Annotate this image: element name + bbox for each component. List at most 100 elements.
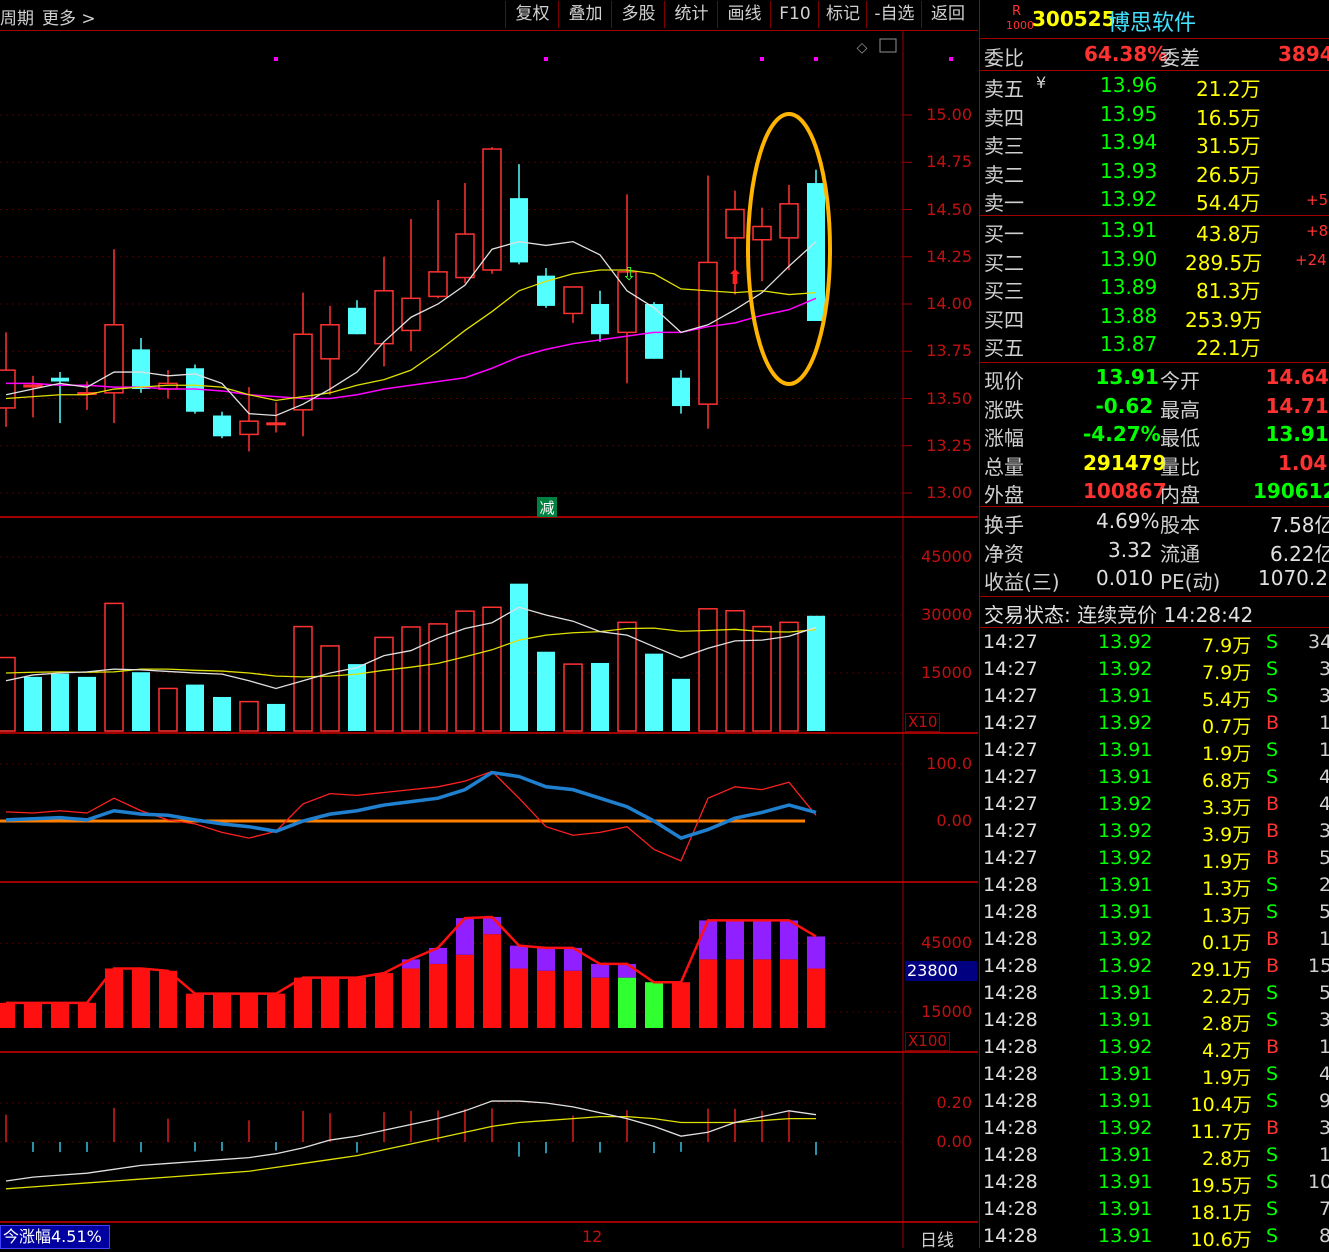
volume-bar <box>132 672 150 731</box>
today-change-badge: 今涨幅4.51% <box>0 1225 110 1249</box>
tick-time: 14:28 <box>983 1090 1038 1112</box>
tick-side: B <box>1266 847 1280 869</box>
candle-body <box>672 377 690 407</box>
tick-count: 3 <box>1319 1117 1329 1139</box>
ind2-bar <box>591 977 609 1028</box>
stock-code: 300525 <box>1032 7 1116 31</box>
ind1-axis-label: 100.0 <box>926 754 972 773</box>
quote-label: 总量 <box>984 454 1024 479</box>
bid-label: 买四 <box>984 307 1024 332</box>
tick-time: 14:27 <box>983 793 1038 815</box>
ask-label: 卖四 <box>984 105 1024 130</box>
tick-volume: 1.3万 <box>1202 905 1252 927</box>
tick-side: S <box>1266 874 1279 896</box>
bid-row[interactable]: 买五 13.87 22.1万 <box>980 332 1329 360</box>
ind2-bar <box>645 982 663 1028</box>
tick-price: 13.91 <box>1098 1090 1153 1112</box>
ind2-bar <box>375 973 393 1028</box>
period-selector[interactable]: 日线 <box>920 1226 954 1251</box>
quote-label: 量比 <box>1160 454 1200 479</box>
tick-count: 34 <box>1308 631 1329 653</box>
tick-count: 8 <box>1319 1225 1329 1247</box>
tick-side: S <box>1266 1198 1279 1220</box>
ask-row[interactable]: 卖三 13.94 31.5万 <box>980 130 1329 158</box>
volume-bar <box>401 626 421 732</box>
tick-price: 13.92 <box>1098 1036 1153 1058</box>
tick-side: B <box>1266 955 1280 977</box>
candle-body <box>455 233 475 279</box>
bid-label: 买五 <box>984 336 1024 360</box>
tick-price: 13.92 <box>1098 820 1153 842</box>
tick-time: 14:28 <box>983 982 1038 1004</box>
tick-side: S <box>1266 1063 1279 1085</box>
ind2-bar <box>51 1002 69 1028</box>
kline-chart-area[interactable]: ⇩ ⬆ 减 ◇ <box>0 0 978 1248</box>
ind2-bar-top <box>726 920 744 960</box>
quote-label: 涨幅 <box>984 426 1024 450</box>
volume-multiplier: X10 <box>905 713 941 732</box>
tick-row: 14:28 13.91 10.4万 S 9 <box>980 1090 1329 1117</box>
tick-price: 13.91 <box>1098 982 1153 1004</box>
ind2-bar <box>780 959 798 1028</box>
tick-side: B <box>1266 712 1280 734</box>
tick-volume: 1.9万 <box>1202 851 1252 873</box>
crosshair-value-marker: 23800 <box>905 961 977 981</box>
ind2-bar-top <box>699 920 717 960</box>
ask-row[interactable]: 卖二 13.93 26.5万 <box>980 159 1329 187</box>
tick-price: 13.92 <box>1098 928 1153 950</box>
tick-time: 14:27 <box>983 739 1038 761</box>
tick-time: 14:27 <box>983 658 1038 680</box>
ask-volume: 21.2万 <box>1196 77 1261 101</box>
ind2-bar-top <box>780 920 798 960</box>
bid-volume: 22.1万 <box>1196 336 1261 360</box>
fundamental-value: 4.69% <box>1096 509 1160 533</box>
tick-side: S <box>1266 982 1279 1004</box>
bid-row[interactable]: 买四 13.88 253.9万 <box>980 304 1329 332</box>
volume-bar <box>645 653 663 731</box>
bid-row[interactable]: 买二 13.90 289.5万 +24 <box>980 247 1329 275</box>
stock-name[interactable]: 博思软件 <box>1108 5 1196 37</box>
ask-row[interactable]: 卖一 13.92 54.4万 +5 <box>980 187 1329 215</box>
stock-header: R 1000 300525 博思软件 <box>980 0 1329 39</box>
ind2-bar <box>186 993 204 1028</box>
bid-label: 买二 <box>984 250 1024 275</box>
tick-price: 13.92 <box>1098 955 1153 977</box>
ind2-bar <box>240 993 258 1028</box>
price-axis-label: 13.50 <box>926 388 972 408</box>
bid-price: 13.87 <box>1100 332 1158 356</box>
tick-volume: 7.9万 <box>1202 662 1252 684</box>
tick-row: 14:27 13.92 0.7万 B 1 <box>980 712 1329 739</box>
ind2-bar <box>618 977 636 1028</box>
volume-bar <box>51 673 69 731</box>
candle-body <box>213 415 231 437</box>
event-dot <box>760 57 764 61</box>
tick-time: 14:28 <box>983 1144 1038 1166</box>
candle-body <box>779 203 799 239</box>
candle-body <box>698 261 718 405</box>
ind2-bar <box>483 934 501 1028</box>
ind2-bar <box>753 959 771 1028</box>
ask-row[interactable]: 卖五 ¥13.96 21.2万 <box>980 73 1329 101</box>
tick-row: 14:27 13.91 5.4万 S 3 <box>980 685 1329 712</box>
tick-price: 13.91 <box>1098 874 1153 896</box>
tick-count: 2 <box>1319 874 1329 896</box>
quote-label: 内盘 <box>1160 483 1200 507</box>
candle-body <box>482 148 502 271</box>
weicha-label: 委差 <box>1160 46 1200 70</box>
candle-body <box>752 225 772 241</box>
bid-row[interactable]: 买三 13.89 81.3万 <box>980 275 1329 303</box>
volume-bar <box>510 583 528 731</box>
ask-row[interactable]: 卖四 13.95 16.5万 <box>980 102 1329 130</box>
bid-price: 13.88 <box>1100 303 1158 328</box>
event-dot <box>544 57 548 61</box>
volume-bar <box>537 651 555 731</box>
volume-bar <box>482 606 502 732</box>
bid-change: +8 <box>1306 222 1329 240</box>
ind2-bar <box>294 977 312 1028</box>
tick-price: 13.91 <box>1098 1171 1153 1193</box>
bid-row[interactable]: 买一 13.91 43.8万 +8 <box>980 218 1329 246</box>
fundamental-row: 收益(三) 0.010 PE(动) 1070.2 <box>980 566 1329 594</box>
ind2-bar-top <box>537 947 555 971</box>
weibi-value: 64.38% <box>1084 42 1168 66</box>
quote-row: 现价 13.91 今开 14.64 <box>980 365 1329 393</box>
